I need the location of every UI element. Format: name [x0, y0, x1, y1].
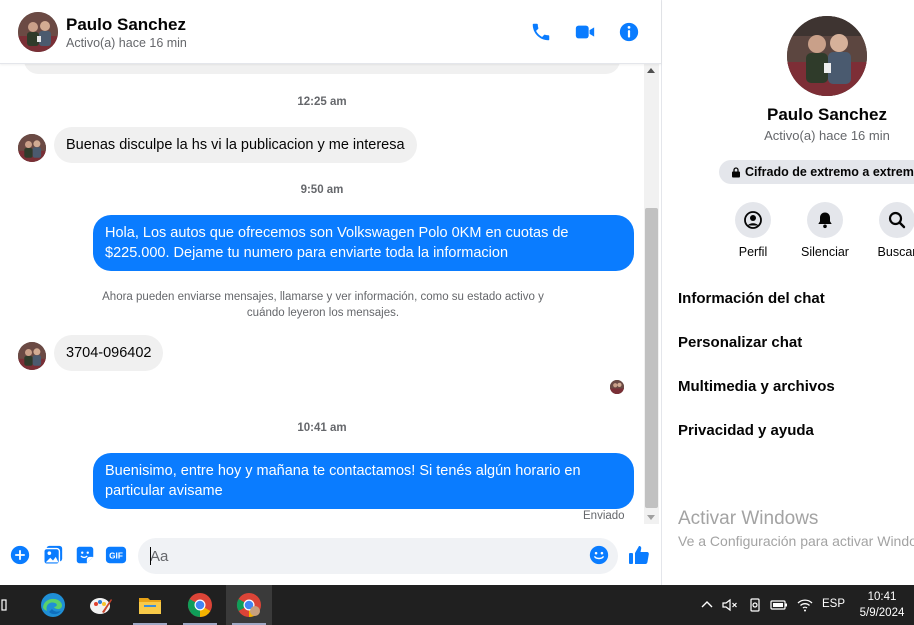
message-input[interactable]: [138, 538, 618, 574]
info-icon[interactable]: [617, 20, 641, 44]
search-action-label: Buscar: [877, 245, 914, 259]
timestamp: 10:41 am: [297, 422, 347, 434]
contact-avatar-small[interactable]: [18, 134, 46, 162]
timestamp: 12:25 am: [297, 96, 347, 108]
profile-action[interactable]: Perfil: [718, 202, 788, 259]
battery-icon[interactable]: [770, 596, 788, 614]
chat-panel: Paulo Sanchez Activo(a) hace 16 min 12:2…: [0, 0, 662, 585]
avatar-photo-icon: [18, 12, 58, 52]
encryption-badge[interactable]: Cifrado de extremo a extremo: [719, 160, 914, 184]
menu-media-files[interactable]: Multimedia y archivos: [678, 378, 835, 395]
speaker-muted-icon[interactable]: [721, 596, 739, 614]
windows-activation-title: Activar Windows: [678, 508, 819, 529]
outgoing-message[interactable]: Hola, Los autos que ofrecemos son Volksw…: [93, 215, 634, 271]
chat-header: Paulo Sanchez Activo(a) hace 16 min: [0, 0, 661, 64]
language-indicator[interactable]: ESP: [822, 598, 845, 610]
scroll-thumb[interactable]: [645, 208, 658, 508]
search-icon: [888, 211, 906, 229]
outgoing-message[interactable]: Buenisimo, entre hoy y mañana te contact…: [93, 453, 634, 509]
info-contact-name: Paulo Sanchez: [767, 105, 887, 124]
lock-icon: [732, 166, 740, 177]
contact-avatar[interactable]: [18, 12, 58, 52]
message-composer: GIF: [0, 530, 661, 585]
avatar-photo-icon: [18, 342, 46, 370]
sent-status: Enviado: [583, 510, 625, 522]
incoming-message[interactable]: 3704-096402: [54, 335, 164, 371]
menu-chat-info[interactable]: Información del chat: [678, 290, 825, 307]
bell-icon: [818, 212, 832, 229]
chrome-icon[interactable]: [177, 585, 223, 625]
phone-icon[interactable]: [529, 20, 553, 44]
incoming-message[interactable]: Buenas disculpe la hs vi la publicacion …: [54, 127, 417, 163]
timestamp: 9:50 am: [300, 184, 344, 196]
profile-action-label: Perfil: [738, 245, 768, 259]
scroll-up-arrow-icon[interactable]: [647, 68, 655, 73]
file-explorer-icon[interactable]: [127, 585, 173, 625]
conversation-info-panel: Paulo Sanchez Activo(a) hace 16 min Cifr…: [662, 0, 914, 585]
edge-icon[interactable]: [30, 585, 76, 625]
plus-circle-icon[interactable]: [9, 544, 31, 566]
encryption-label: Cifrado de extremo a extremo: [745, 165, 914, 179]
mute-action-label: Silenciar: [801, 245, 849, 259]
avatar-photo-icon: [18, 134, 46, 162]
text-caret: [150, 547, 151, 565]
info-contact-status: Activo(a) hace 16 min: [764, 128, 890, 143]
wifi-icon[interactable]: [796, 596, 814, 614]
previous-message-bubble: [24, 64, 620, 74]
system-clock[interactable]: 10:41 5/9/2024: [852, 589, 912, 621]
contact-status: Activo(a) hace 16 min: [66, 36, 187, 50]
image-icon[interactable]: [42, 544, 64, 566]
gif-label: GIF: [109, 552, 123, 561]
system-notice: Ahora pueden enviarse mensajes, llamarse…: [102, 291, 544, 319]
menu-privacy-help[interactable]: Privacidad y ayuda: [678, 422, 814, 439]
search-action[interactable]: Buscar: [862, 202, 914, 259]
gif-icon[interactable]: GIF: [105, 544, 127, 566]
avatar-photo-icon: [787, 16, 867, 96]
emoji-icon[interactable]: [588, 544, 610, 566]
contact-avatar-small[interactable]: [18, 342, 46, 370]
mute-action[interactable]: Silenciar: [790, 202, 860, 259]
message-list[interactable]: 12:25 am Buenas disculpe la hs vi la pub…: [0, 64, 644, 530]
clock-date: 5/9/2024: [859, 607, 905, 619]
contact-profile-photo[interactable]: [787, 16, 867, 96]
thumbs-up-icon[interactable]: [627, 543, 651, 567]
message-scrollbar[interactable]: [644, 64, 659, 524]
menu-customize-chat[interactable]: Personalizar chat: [678, 334, 802, 351]
profile-icon: [744, 211, 762, 229]
windows-activation-subtitle: Ve a Configuración para activar Windows.: [678, 533, 914, 549]
chevron-up-icon[interactable]: [698, 596, 716, 614]
sticker-icon[interactable]: [74, 544, 96, 566]
chrome-profile-icon[interactable]: [226, 585, 272, 625]
seen-indicator-avatar: [610, 380, 624, 394]
clock-time: 10:41: [867, 591, 897, 603]
scroll-down-arrow-icon[interactable]: [647, 515, 655, 520]
contact-name[interactable]: Paulo Sanchez: [66, 15, 186, 35]
device-icon[interactable]: [746, 596, 764, 614]
windows-taskbar: ESP 10:41 5/9/2024: [0, 585, 914, 625]
video-camera-icon[interactable]: [573, 20, 597, 44]
paint-icon[interactable]: [78, 585, 124, 625]
task-view-icon[interactable]: [0, 585, 16, 625]
